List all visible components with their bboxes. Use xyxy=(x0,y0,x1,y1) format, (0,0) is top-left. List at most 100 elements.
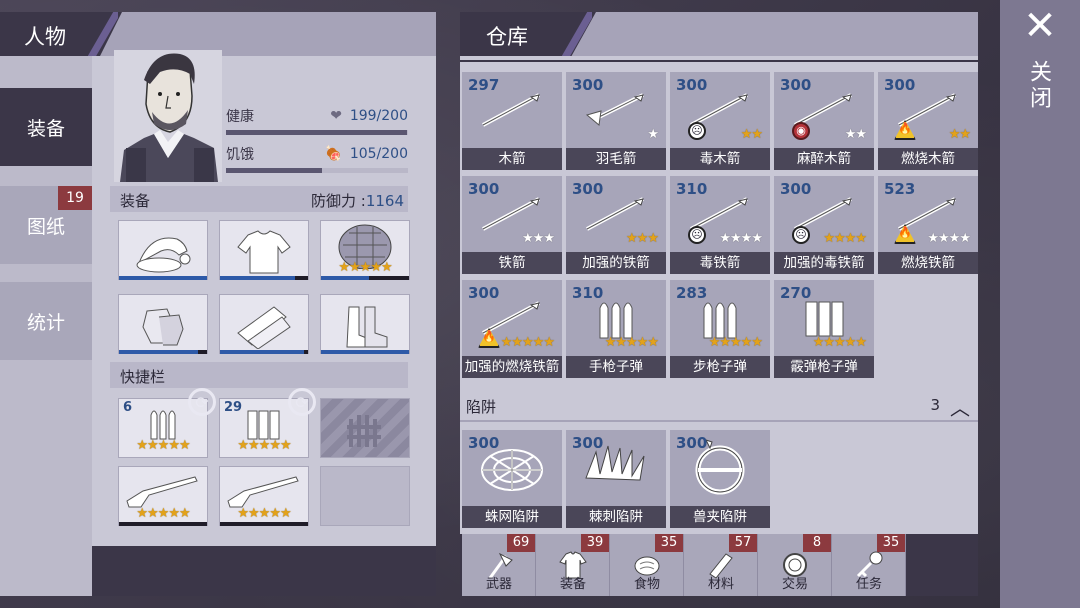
trap-name: 兽夹陷阱 xyxy=(670,506,770,528)
warehouse-item[interactable]: 300 ☹ ★★★★ 加强的毒铁箭 xyxy=(774,176,874,274)
item-name: 毒铁箭 xyxy=(670,252,770,274)
santa-hat-icon xyxy=(136,237,191,273)
warehouse-item[interactable]: 300 ☹ ★★ 毒木箭 xyxy=(670,72,770,170)
warehouse-item[interactable]: 300 ◉ ★★ 麻醉木箭 xyxy=(774,72,874,170)
trap-quantity: 300 xyxy=(572,434,604,452)
meat-icon: 🍖 xyxy=(324,146,342,162)
category-tab[interactable]: 39 装备 xyxy=(536,534,610,596)
category-count-badge: 35 xyxy=(655,534,683,552)
item-name: 木箭 xyxy=(462,148,562,170)
tab-equipment[interactable]: 装备 xyxy=(0,88,92,166)
close-sidebar: ✕ 关闭 xyxy=(1000,0,1080,608)
item-quantity: 270 xyxy=(780,284,812,302)
item-name: 毒木箭 xyxy=(670,148,770,170)
close-button[interactable]: 关闭 xyxy=(1026,60,1054,112)
hunger-bar xyxy=(226,168,408,173)
hotbar-slot-5[interactable]: ★★★★★ xyxy=(219,466,309,526)
warehouse-item[interactable]: 300 ★ 羽毛箭 xyxy=(566,72,666,170)
trap-name: 蛛网陷阱 xyxy=(462,506,562,528)
shotgun-icon xyxy=(126,476,198,508)
health-bar xyxy=(226,130,408,135)
warehouse-item[interactable]: 283 ★★★★★ 步枪子弹 xyxy=(670,280,770,378)
swap-icon[interactable]: ⟳ xyxy=(188,388,216,416)
warehouse-item[interactable]: 297 木箭 xyxy=(462,72,562,170)
item-quantity: 300 xyxy=(676,76,708,94)
close-icon[interactable]: ✕ xyxy=(1022,6,1058,46)
category-label: 食物 xyxy=(633,577,660,592)
hotbar-slot-1-stars: ★★★★★ xyxy=(136,438,190,453)
warehouse-item[interactable]: 310 ★★★★★ 手枪子弹 xyxy=(566,280,666,378)
swap-icon[interactable]: ⟳ xyxy=(288,388,316,416)
category-bar: 69 武器 39 装备 35 食物 57 材料 8 交易 35 任务 xyxy=(460,534,978,596)
warehouse-title-tab xyxy=(460,12,596,56)
equip-slot-legs[interactable] xyxy=(219,294,309,354)
hotbar-section-label: 快捷栏 xyxy=(120,368,166,386)
armor-rating-stars: ★★★★★ xyxy=(338,260,392,275)
warehouse-item[interactable]: 523 🔥 ★★★★ 燃烧铁箭 xyxy=(878,176,978,274)
equipment-section-header: 装备 防御力 :1164 xyxy=(110,186,408,212)
item-quantity: 283 xyxy=(676,284,708,302)
pistol-bullets-icon xyxy=(150,410,176,440)
hotbar-slot-5-stars: ★★★★★ xyxy=(237,506,291,521)
chevron-up-icon[interactable]: ︿ xyxy=(950,392,970,421)
item-quantity: 300 xyxy=(780,180,812,198)
hotbar-slot-4[interactable]: ★★★★★ xyxy=(118,466,208,526)
warehouse-item[interactable]: 300 ★★★ 加强的铁箭 xyxy=(566,176,666,274)
warehouse-item[interactable]: 300 ★★★ 铁箭 xyxy=(462,176,562,274)
defense-label: 防御力 : xyxy=(310,192,366,210)
category-tab[interactable]: 35 食物 xyxy=(610,534,684,596)
trap-item[interactable]: 300 兽夹陷阱 xyxy=(670,430,770,528)
trap-section-header[interactable]: 陷阱 3 ︿ xyxy=(460,392,978,422)
category-label: 武器 xyxy=(485,577,512,592)
character-footer xyxy=(92,546,436,596)
tab-blueprints[interactable]: 图纸 19 xyxy=(0,186,92,264)
hotbar-slot-4-stars: ★★★★★ xyxy=(136,506,190,521)
defense-stat: 防御力 :1164 xyxy=(311,190,404,211)
category-count-badge: 39 xyxy=(581,534,609,552)
item-quantity: 310 xyxy=(572,284,604,302)
hotbar-slot-empty[interactable] xyxy=(320,466,410,526)
warehouse-item[interactable]: 270 ★★★★★ 霰弹枪子弹 xyxy=(774,280,874,378)
warehouse-item[interactable]: 300 🔥 ★★ 燃烧木箭 xyxy=(878,72,978,170)
equip-slot-hands[interactable] xyxy=(118,294,208,354)
category-tab[interactable]: 57 材料 xyxy=(684,534,758,596)
item-rating-stars: ★ xyxy=(647,127,659,142)
item-name: 步枪子弹 xyxy=(670,356,770,378)
item-rating-stars: ★★★★★ xyxy=(812,335,867,350)
warehouse-item[interactable]: 310 ☹ ★★★★ 毒铁箭 xyxy=(670,176,770,274)
sleep-status-icon: ◉ xyxy=(792,122,810,140)
equip-slot-armor[interactable]: ★★★★★ xyxy=(320,220,410,280)
shirt-icon xyxy=(237,230,291,274)
shotgun-shells-icon xyxy=(247,410,280,440)
defense-value: 1164 xyxy=(365,192,404,210)
category-tab[interactable]: 8 交易 xyxy=(758,534,832,596)
item-quantity: 300 xyxy=(572,180,604,198)
warehouse-item[interactable]: 300 🔥 ★★★★★ 加强的燃烧铁箭 xyxy=(462,280,562,378)
item-quantity: 300 xyxy=(884,76,916,94)
warehouse-header: 仓库 xyxy=(460,12,978,56)
trap-item[interactable]: 300 蛛网陷阱 xyxy=(462,430,562,528)
category-label: 交易 xyxy=(781,577,808,592)
category-label: 任务 xyxy=(855,577,882,592)
warehouse-title: 仓库 xyxy=(486,25,528,49)
tab-statistics-label: 统计 xyxy=(26,311,65,334)
equip-slot-body[interactable] xyxy=(219,220,309,280)
hotbar-slot-1-count: 6 xyxy=(123,400,133,415)
tab-statistics[interactable]: 统计 xyxy=(0,282,92,360)
category-tab[interactable]: 35 任务 xyxy=(832,534,906,596)
health-value: 199/200 xyxy=(349,108,408,124)
equip-slot-head[interactable] xyxy=(118,220,208,280)
trap-quantity: 300 xyxy=(676,434,708,452)
item-name: 霰弹枪子弹 xyxy=(774,356,874,378)
health-label: 健康 xyxy=(226,109,254,125)
category-label: 材料 xyxy=(707,577,734,592)
item-rating-stars: ★★★★★ xyxy=(604,335,659,350)
category-tab[interactable]: 69 武器 xyxy=(462,534,536,596)
item-name: 加强的燃烧铁箭 xyxy=(462,356,562,378)
item-rating-stars: ★★★★★ xyxy=(500,335,555,350)
trap-item[interactable]: 300 棘刺陷阱 xyxy=(566,430,666,528)
item-name: 加强的铁箭 xyxy=(566,252,666,274)
gloves-icon xyxy=(142,308,184,346)
equip-slot-feet[interactable] xyxy=(320,294,410,354)
warehouse-panel: 仓库 297 木箭 300 ★ 羽毛箭 300 ☹ ★★ 毒木箭 300 ◉ ★★ 麻醉木箭 300 🔥 ★★… xyxy=(460,12,978,596)
